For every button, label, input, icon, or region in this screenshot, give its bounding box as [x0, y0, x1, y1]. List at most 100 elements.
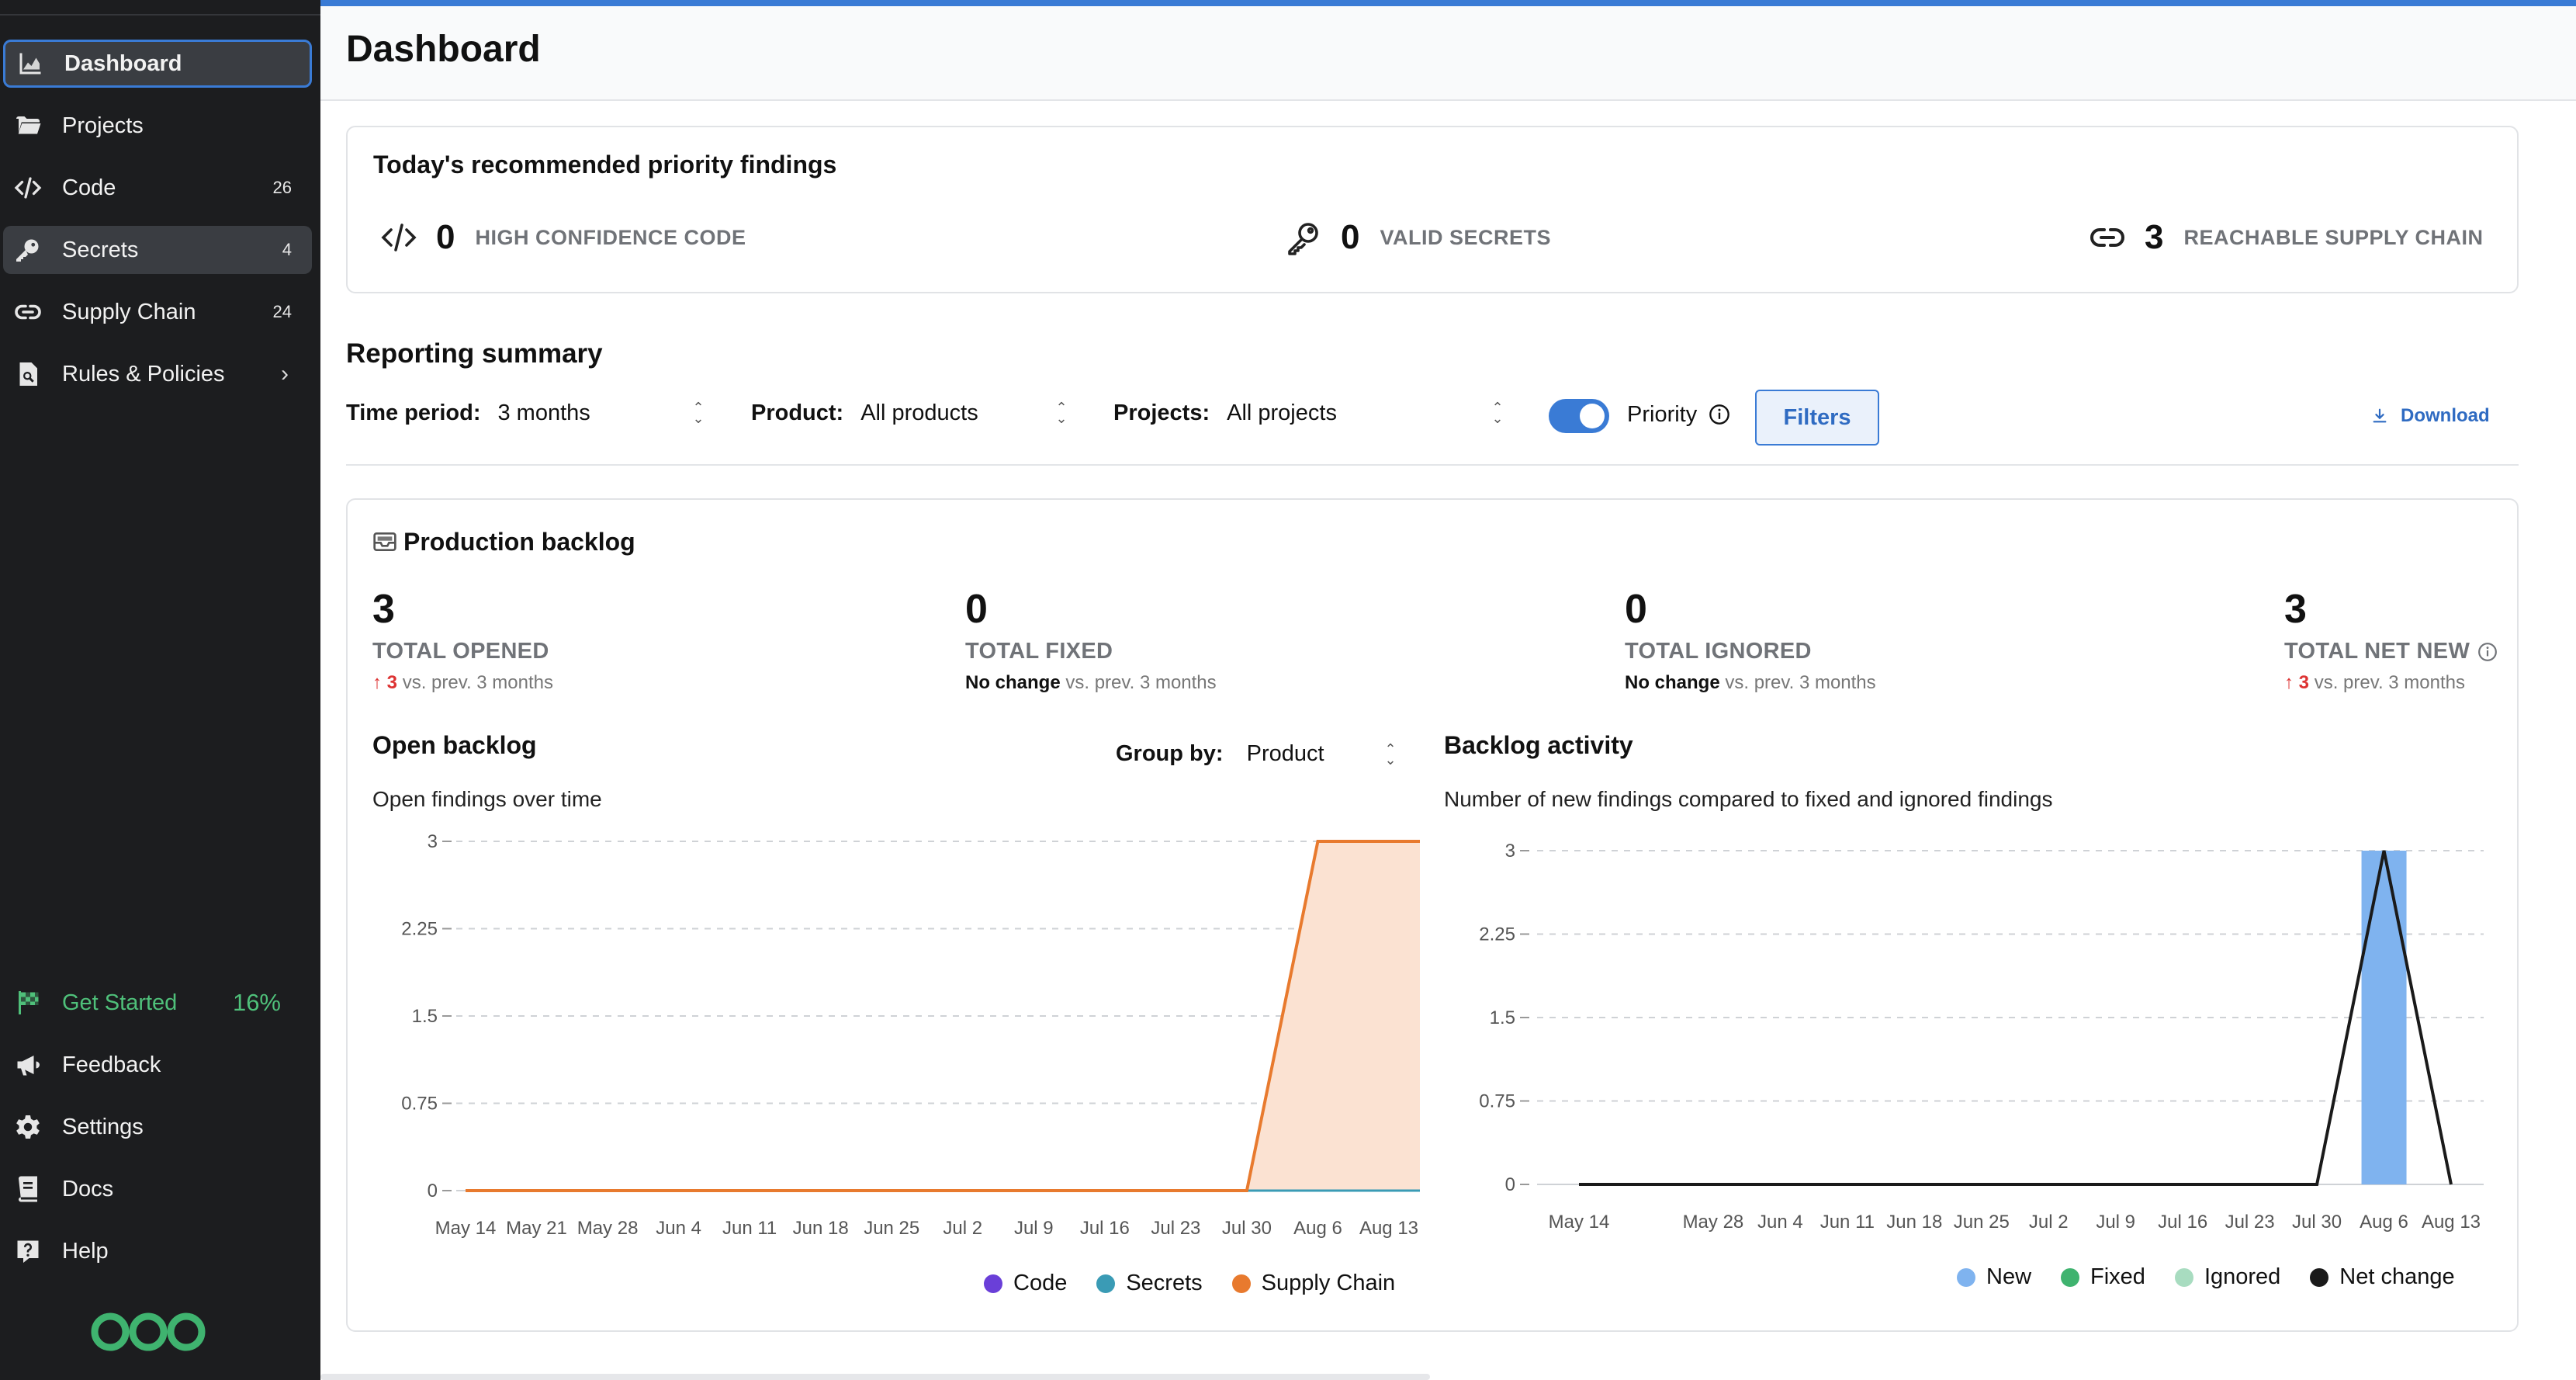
- sidebar-item-label: Code: [62, 175, 116, 200]
- sidebar-item-label: Projects: [62, 113, 144, 138]
- sidebar-item-help[interactable]: Help: [3, 1227, 312, 1275]
- stat-change-suffix: vs. prev. 3 months: [1065, 672, 1217, 693]
- y-tick-label: 2.25: [1479, 924, 1515, 945]
- key-icon: [12, 234, 43, 265]
- horizontal-scrollbar[interactable]: [320, 1374, 1430, 1380]
- stat-label: TOTAL IGNORED: [1625, 639, 1812, 664]
- info-icon[interactable]: [2477, 642, 2498, 662]
- legend-item-secrets[interactable]: Secrets: [1096, 1271, 1203, 1296]
- product-value: All products: [860, 400, 978, 425]
- x-tick-label: Jun 11: [1820, 1212, 1875, 1233]
- time-period-updown-icon[interactable]: ⌃ ⌄: [691, 400, 706, 427]
- open-backlog-legend: Code Secrets Supply Chain: [984, 1271, 1425, 1296]
- production-backlog-title: Production backlog: [403, 528, 635, 556]
- sidebar-item-projects[interactable]: Projects: [3, 102, 312, 150]
- group-by-select[interactable]: Group by: Product: [1116, 741, 1324, 767]
- sidebar-item-count: 24: [272, 302, 292, 321]
- x-tick-label: Jun 25: [1954, 1212, 2010, 1233]
- priority-toggle[interactable]: [1549, 399, 1609, 433]
- x-tick-label: May 21: [506, 1218, 567, 1239]
- x-tick-label: May 28: [577, 1218, 639, 1239]
- stat-change: No change vs. prev. 3 months: [1625, 672, 1876, 694]
- x-tick-label: Jul 2: [2029, 1212, 2069, 1233]
- legend-item-supply-chain[interactable]: Supply Chain: [1231, 1271, 1396, 1296]
- backlog-activity-legend: New Fixed Ignored Net change: [1957, 1264, 2484, 1290]
- group-by-label: Group by:: [1116, 741, 1224, 766]
- download-icon: [2373, 408, 2387, 423]
- product-filter[interactable]: Product: All products: [751, 400, 978, 426]
- arrow-up-icon: ↑: [2284, 672, 2294, 693]
- sidebar-item-label: Get Started: [62, 990, 178, 1015]
- sidebar-item-code[interactable]: Code 26: [3, 164, 312, 212]
- reporting-summary-title: Reporting summary: [346, 338, 603, 369]
- time-period-filter[interactable]: Time period: 3 months: [346, 400, 590, 426]
- backlog-activity-subtitle: Number of new findings compared to fixed…: [1444, 787, 2053, 811]
- x-tick-label: Aug 13: [2422, 1212, 2481, 1233]
- projects-filter[interactable]: Projects: All projects: [1113, 400, 1337, 426]
- stat-value: 3: [372, 587, 395, 632]
- stat-label: TOTAL FIXED: [965, 639, 1113, 664]
- sidebar-item-count: 4: [282, 240, 292, 259]
- legend-item-ignored[interactable]: Ignored: [2174, 1264, 2280, 1290]
- legend-dot: [2310, 1267, 2329, 1287]
- gear-icon: [12, 1111, 43, 1142]
- legend-item-net-change[interactable]: Net change: [2310, 1264, 2455, 1290]
- download-button[interactable]: Download: [2371, 405, 2490, 427]
- sidebar-item-rules-policies[interactable]: Rules & Policies ›: [3, 350, 312, 398]
- x-tick-label: Jul 2: [943, 1218, 982, 1239]
- x-tick-label: Jun 18: [793, 1218, 849, 1239]
- x-tick-label: May 14: [1549, 1212, 1610, 1233]
- priority-findings-title: Today's recommended priority findings: [373, 151, 837, 179]
- open-backlog-title: Open backlog: [372, 731, 537, 759]
- open-backlog-subtitle: Open findings over time: [372, 787, 602, 811]
- x-tick-label: Jul 30: [2292, 1212, 2342, 1233]
- sidebar-item-docs[interactable]: Docs: [3, 1165, 312, 1213]
- stat-change-suffix: vs. prev. 3 months: [1725, 672, 1876, 693]
- legend-label: New: [1986, 1264, 2032, 1289]
- sidebar-item-dashboard[interactable]: Dashboard: [3, 40, 312, 88]
- stat-value: 3: [2284, 587, 2307, 632]
- sidebar-item-label: Supply Chain: [62, 299, 196, 324]
- y-tick-label: 0.75: [1479, 1091, 1515, 1112]
- x-tick-label: Aug 13: [1359, 1218, 1418, 1239]
- projects-updown-icon[interactable]: ⌃ ⌄: [1490, 400, 1505, 427]
- folder-icon: [12, 110, 43, 141]
- download-label: Download: [2401, 405, 2490, 426]
- help-icon: [12, 1236, 43, 1267]
- top-accent-bar: [320, 0, 2576, 6]
- code-icon: [12, 172, 43, 203]
- y-tick-label: 2.25: [401, 919, 438, 940]
- priority-valid-secrets[interactable]: 0 VALID SECRETS: [1283, 214, 1551, 261]
- stat-change-value: No change: [965, 672, 1061, 693]
- sidebar-item-label: Settings: [62, 1114, 144, 1139]
- sidebar-divider: [0, 14, 320, 16]
- priority-count: 0: [436, 218, 455, 256]
- filters-button[interactable]: Filters: [1755, 390, 1879, 446]
- legend-label: Code: [1013, 1271, 1068, 1295]
- info-icon[interactable]: [1709, 404, 1730, 425]
- legend-item-new[interactable]: New: [1957, 1264, 2031, 1290]
- legend-item-code[interactable]: Code: [984, 1271, 1067, 1296]
- sidebar-item-label: Dashboard: [64, 50, 182, 76]
- sidebar-item-label: Feedback: [62, 1052, 161, 1077]
- link-icon: [12, 296, 43, 328]
- sidebar-item-secrets[interactable]: Secrets 4: [3, 226, 312, 274]
- legend-dot: [984, 1274, 1002, 1293]
- projects-value: All projects: [1227, 400, 1337, 425]
- product-updown-icon[interactable]: ⌃ ⌄: [1054, 400, 1069, 427]
- sidebar-item-get-started[interactable]: Get Started 16%: [3, 979, 312, 1027]
- stat-change-value: 3: [386, 672, 398, 693]
- stat-change-suffix: vs. prev. 3 months: [2314, 672, 2465, 693]
- priority-high-confidence-code[interactable]: 0 HIGH CONFIDENCE CODE: [379, 214, 746, 261]
- sidebar-item-settings[interactable]: Settings: [3, 1103, 312, 1151]
- priority-toggle-label: Priority: [1627, 402, 1698, 427]
- legend-dot: [1957, 1267, 1975, 1287]
- legend-item-fixed[interactable]: Fixed: [2061, 1264, 2145, 1290]
- legend-label: Supply Chain: [1261, 1271, 1396, 1295]
- legend-dot: [1096, 1274, 1116, 1293]
- sidebar-item-supply-chain[interactable]: Supply Chain 24: [3, 288, 312, 336]
- priority-reachable-supply-chain[interactable]: 3 REACHABLE SUPPLY CHAIN: [2087, 214, 2484, 261]
- x-tick-label: Jul 23: [2225, 1212, 2275, 1233]
- sidebar-item-feedback[interactable]: Feedback: [3, 1041, 312, 1089]
- group-by-updown-icon[interactable]: ⌃ ⌄: [1383, 742, 1398, 768]
